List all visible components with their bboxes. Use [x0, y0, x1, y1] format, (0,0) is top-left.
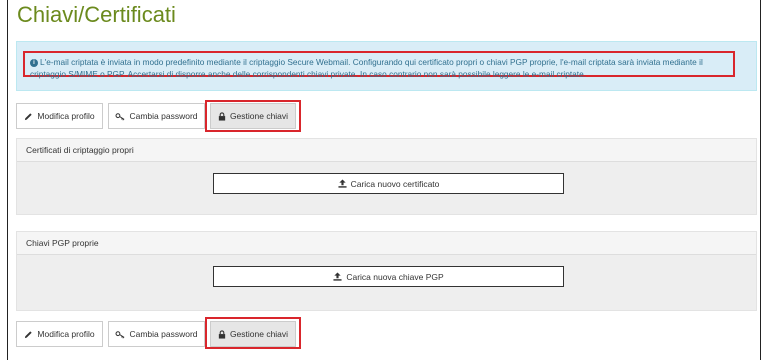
tab-cambia-password[interactable]: Cambia password: [108, 103, 205, 129]
info-circle-icon: i: [30, 58, 38, 67]
info-text: L'e-mail criptata è inviata in modo pred…: [30, 57, 703, 79]
pencil-icon: [24, 330, 33, 339]
key-icon: [115, 112, 125, 121]
upload-certificate-button[interactable]: Carica nuovo certificato: [213, 173, 564, 194]
tab-label: Cambia password: [129, 329, 198, 339]
upload-icon: [333, 272, 342, 281]
tab-label: Modifica profilo: [37, 111, 95, 121]
certificates-heading: Certificati di criptaggio propri: [17, 139, 756, 162]
tab-cambia-password[interactable]: Cambia password: [108, 321, 205, 347]
info-highlight: i L'e-mail criptata è inviata in modo pre…: [23, 51, 735, 79]
pgp-heading: Chiavi PGP proprie: [17, 232, 756, 255]
certificates-panel: Certificati di criptaggio propri Carica …: [16, 138, 757, 215]
pgp-panel: Chiavi PGP proprie Carica nuova chiave P…: [16, 231, 757, 311]
tab-modifica-profilo[interactable]: Modifica profilo: [16, 321, 103, 347]
highlight-tab-bottom: [205, 317, 301, 349]
button-label: Carica nuova chiave PGP: [346, 271, 444, 282]
upload-pgp-key-button[interactable]: Carica nuova chiave PGP: [213, 266, 564, 287]
info-alert: i L'e-mail criptata è inviata in modo pre…: [16, 41, 757, 91]
page-title: Chiavi/Certificati: [17, 2, 176, 27]
upload-icon: [338, 179, 347, 188]
key-icon: [115, 330, 125, 339]
button-label: Carica nuovo certificato: [350, 178, 440, 189]
tab-label: Modifica profilo: [37, 329, 95, 339]
tab-label: Cambia password: [129, 111, 198, 121]
pencil-icon: [24, 112, 33, 121]
tab-modifica-profilo[interactable]: Modifica profilo: [16, 103, 103, 129]
highlight-tab-top: [205, 100, 301, 132]
